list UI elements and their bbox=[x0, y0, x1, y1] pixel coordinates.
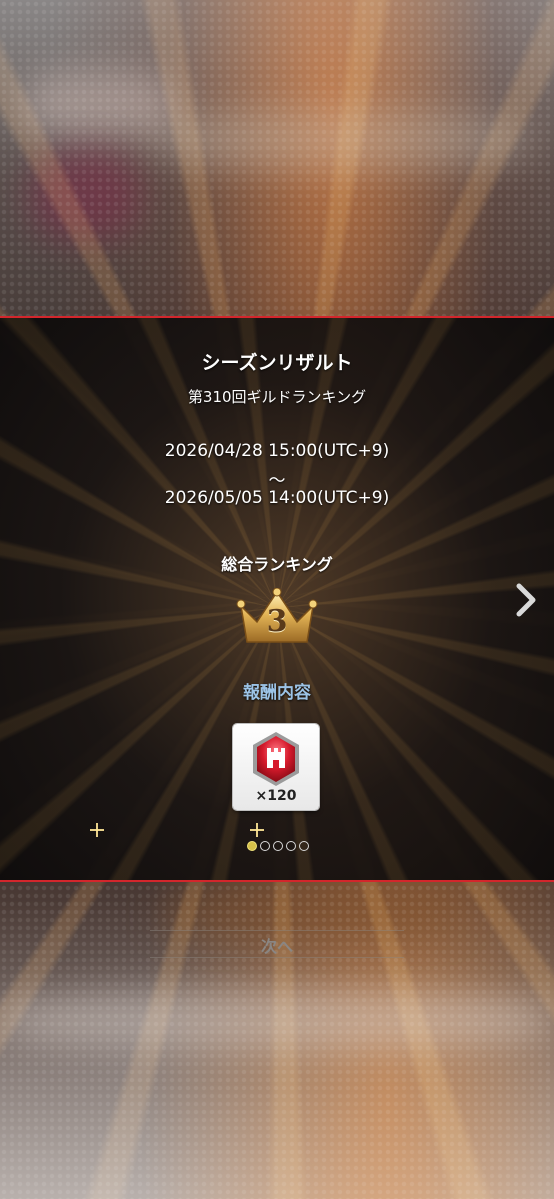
reward-content-label: 報酬内容 bbox=[243, 683, 311, 703]
page-dot[interactable] bbox=[260, 841, 270, 851]
result-title: シーズンリザルト bbox=[201, 352, 353, 374]
next-button[interactable]: 次へ bbox=[150, 928, 404, 958]
screen: シーズンリザルト 第310回ギルドランキング 2026/04/28 15:00(… bbox=[0, 0, 554, 1199]
sparkle-icon bbox=[90, 823, 104, 837]
page-dot[interactable] bbox=[273, 841, 283, 851]
page-dot-active[interactable] bbox=[247, 841, 257, 851]
next-button-label: 次へ bbox=[260, 937, 293, 956]
reward-quantity: ×120 bbox=[255, 788, 297, 804]
sparkle-icon bbox=[250, 823, 264, 837]
divider bbox=[150, 930, 404, 931]
rank-crown-icon: 3 bbox=[235, 587, 319, 648]
red-castle-gem-icon bbox=[249, 730, 303, 788]
page-dot[interactable] bbox=[286, 841, 296, 851]
page-indicator bbox=[247, 841, 309, 853]
next-page-arrow-icon[interactable] bbox=[513, 582, 539, 618]
overall-ranking-label: 総合ランキング bbox=[221, 555, 333, 574]
reward-item[interactable]: ×120 bbox=[233, 724, 319, 810]
ranking-subtitle: 第310回ギルドランキング bbox=[187, 388, 367, 406]
season-result-panel: シーズンリザルト 第310回ギルドランキング 2026/04/28 15:00(… bbox=[0, 316, 554, 882]
divider bbox=[150, 957, 404, 958]
rank-number: 3 bbox=[266, 604, 288, 639]
period-start: 2026/04/28 15:00(UTC+9) bbox=[164, 441, 390, 461]
period-end: 2026/05/05 14:00(UTC+9) bbox=[164, 488, 390, 508]
page-dot[interactable] bbox=[299, 841, 309, 851]
